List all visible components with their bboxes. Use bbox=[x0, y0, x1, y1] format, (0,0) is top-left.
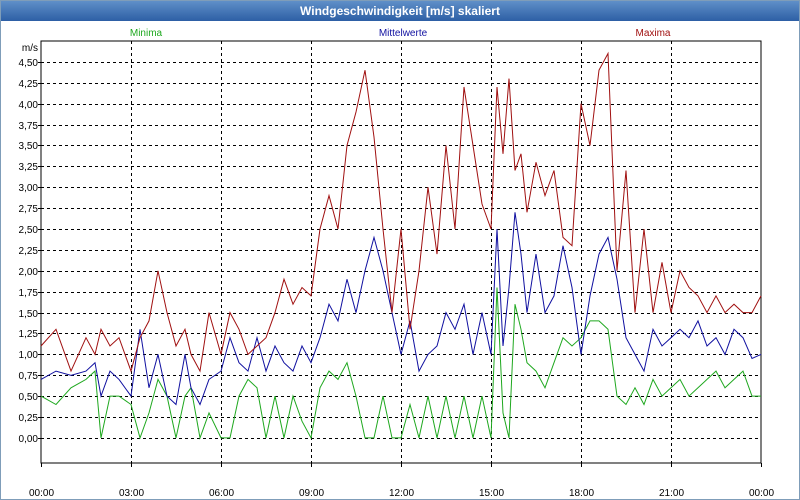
y-tick-label: 0,00 bbox=[19, 434, 39, 445]
x-tick-time-label: 15:00 bbox=[479, 488, 504, 499]
x-tick-time-label: 09:00 bbox=[299, 488, 324, 499]
chart-canvas: 4,50 4,25 4,00 3,75 3,50 3,25 3,00 2,75 2,50 2,25… bbox=[19, 28, 775, 499]
y-tick-label: 4,00 bbox=[19, 100, 39, 111]
x-tick-time-label: 06:00 bbox=[209, 488, 234, 499]
y-tick-label: 3,25 bbox=[19, 162, 39, 173]
y-tick-label: 3,75 bbox=[19, 121, 39, 132]
legend-mittelwerte: Mittelwerte bbox=[379, 28, 428, 39]
y-tick-label: 1,75 bbox=[19, 288, 39, 299]
y-axis-label: m/s bbox=[22, 43, 38, 54]
x-tick-time-label: 03:00 bbox=[119, 488, 144, 499]
y-tick-label: 1,25 bbox=[19, 329, 39, 340]
y-tick-label: 0,50 bbox=[19, 392, 39, 403]
x-tick-time-label: 21:00 bbox=[659, 488, 684, 499]
legend-maxima: Maxima bbox=[635, 28, 670, 39]
x-tick-time-label: 00:00 bbox=[749, 488, 774, 499]
chart-title: Windgeschwindigkeit [m/s] skaliert bbox=[300, 4, 500, 18]
y-tick-label: 2,50 bbox=[19, 225, 39, 236]
y-tick-label: 2,00 bbox=[19, 267, 39, 278]
x-tick-time-label: 18:00 bbox=[569, 488, 594, 499]
y-tick-label: 4,50 bbox=[19, 58, 39, 69]
y-tick-label: 0,75 bbox=[19, 371, 39, 382]
y-tick-label: 2,75 bbox=[19, 204, 39, 215]
legend-minima: Minima bbox=[130, 28, 163, 39]
x-tick-time-label: 12:00 bbox=[389, 488, 414, 499]
chart-window: Windgeschwindigkeit [m/s] skaliert 4,50 4… bbox=[0, 0, 800, 500]
y-tick-label: 2,25 bbox=[19, 246, 39, 257]
y-tick-label: 3,00 bbox=[19, 183, 39, 194]
y-tick-label: 0,25 bbox=[19, 413, 39, 424]
y-tick-label: 1,50 bbox=[19, 309, 39, 320]
y-tick-label: 4,25 bbox=[19, 79, 39, 90]
x-tick-time-label: 00:00 bbox=[29, 488, 54, 499]
title-bar: Windgeschwindigkeit [m/s] skaliert bbox=[1, 1, 799, 21]
y-tick-label: 1,00 bbox=[19, 350, 39, 361]
y-tick-label: 3,50 bbox=[19, 141, 39, 152]
